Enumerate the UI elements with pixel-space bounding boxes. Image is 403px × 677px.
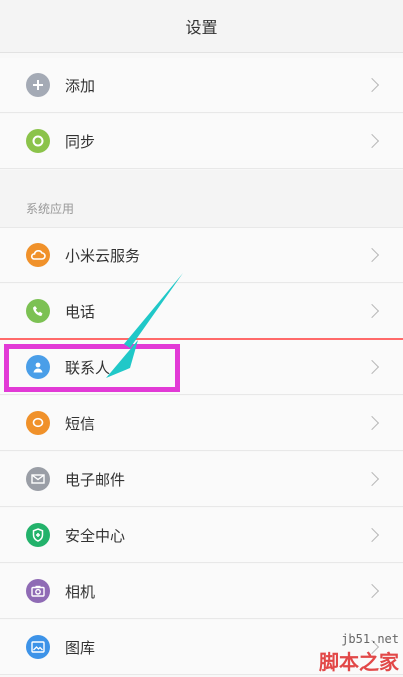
row-label: 相机 [65, 582, 96, 601]
chevron-right-icon [364, 583, 380, 599]
cloud-icon [26, 243, 50, 267]
section-header: 系统应用 [0, 170, 403, 228]
watermark-name: 脚本之家 [319, 650, 399, 674]
shield-icon [26, 523, 50, 547]
section-title: 系统应用 [26, 202, 75, 216]
chevron-right-icon [364, 471, 380, 487]
settings-row-email[interactable]: 电子邮件 [0, 452, 403, 507]
red-divider-line [0, 338, 403, 340]
page-title: 设置 [185, 18, 218, 37]
settings-row-messages[interactable]: 短信 [0, 396, 403, 451]
row-label: 电话 [65, 302, 96, 321]
sync-icon [26, 129, 50, 153]
row-label: 安全中心 [65, 526, 126, 545]
row-label: 添加 [65, 76, 96, 95]
chevron-right-icon [364, 133, 380, 149]
mail-icon [26, 467, 50, 491]
plus-icon [26, 73, 50, 97]
chevron-right-icon [364, 359, 380, 375]
row-label: 电子邮件 [65, 470, 126, 489]
chevron-right-icon [364, 527, 380, 543]
watermark: jb51.net 脚本之家 [319, 632, 399, 675]
row-label: 小米云服务 [65, 246, 141, 265]
chevron-right-icon [364, 303, 380, 319]
gallery-icon [26, 635, 50, 659]
settings-row-sync[interactable]: 同步 [0, 114, 403, 169]
settings-row-camera[interactable]: 相机 [0, 564, 403, 619]
chevron-right-icon [364, 415, 380, 431]
row-label: 同步 [65, 132, 96, 151]
watermark-site: jb51.net [341, 632, 399, 646]
header-bar: 设置 [0, 0, 403, 53]
chevron-right-icon [364, 247, 380, 263]
chevron-right-icon [364, 77, 380, 93]
settings-row-add[interactable]: 添加 [0, 58, 403, 113]
phone-icon [26, 299, 50, 323]
message-icon [26, 411, 50, 435]
row-label: 短信 [65, 414, 96, 433]
highlight-box [4, 344, 180, 392]
settings-row-security[interactable]: 安全中心 [0, 508, 403, 563]
camera-icon [26, 579, 50, 603]
settings-row-phone[interactable]: 电话 [0, 284, 403, 339]
settings-row-mi-cloud[interactable]: 小米云服务 [0, 228, 403, 283]
row-label: 图库 [65, 638, 96, 657]
